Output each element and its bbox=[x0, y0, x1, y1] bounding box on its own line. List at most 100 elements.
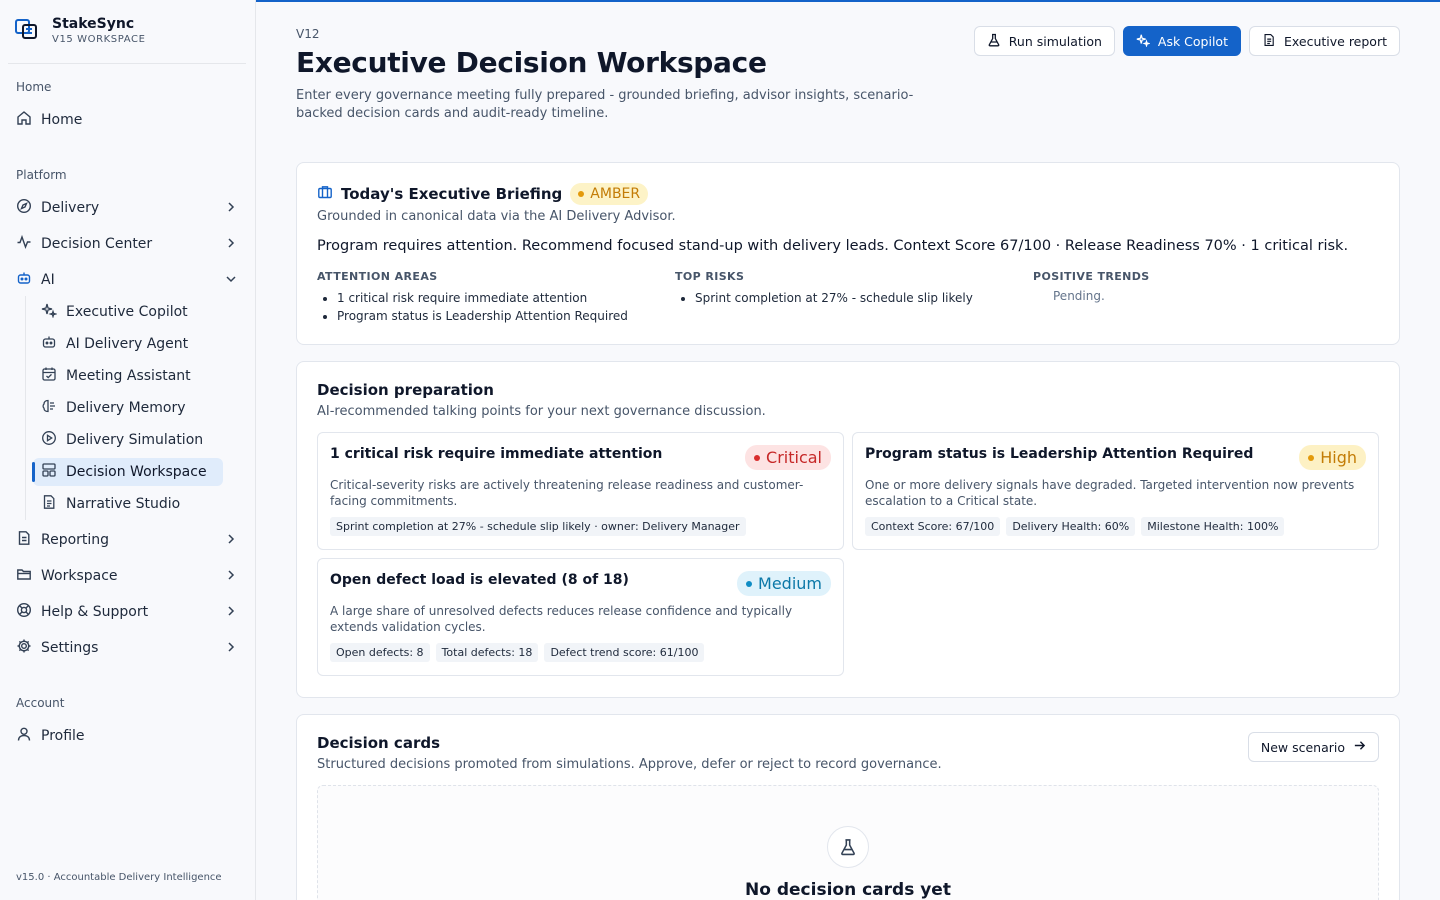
sidebar-item-label: Decision Workspace bbox=[66, 464, 207, 480]
sidebar-item-label: Delivery Simulation bbox=[66, 432, 204, 448]
sidebar-item-decision-center[interactable]: Decision Center bbox=[8, 228, 248, 260]
sidebar-item-label: Settings bbox=[41, 640, 99, 656]
sidebar-item-help-support[interactable]: Help & Support bbox=[8, 596, 248, 628]
new-scenario-button[interactable]: New scenario bbox=[1247, 732, 1379, 762]
button-label: New scenario bbox=[1260, 739, 1345, 755]
sidebar-item-label: Executive Copilot bbox=[66, 304, 188, 320]
page-subtitle: Enter every governance meeting fully pre… bbox=[296, 88, 914, 121]
sidebar-item-label: Delivery bbox=[41, 200, 100, 216]
top-risks: TOP RISKS Sprint completion at 27% - sch… bbox=[675, 270, 1015, 307]
talking-point-title: Program status is Leadership Attention R… bbox=[865, 446, 1254, 462]
brand-logo-icon bbox=[14, 14, 42, 46]
button-label: Ask Copilot bbox=[1157, 33, 1228, 49]
gear-icon bbox=[16, 638, 32, 658]
section-label-home: Home bbox=[16, 80, 52, 94]
talking-point-description: A large share of unresolved defects redu… bbox=[330, 604, 793, 634]
briefing-title: Today's Executive Briefing bbox=[341, 185, 563, 203]
layout-icon bbox=[41, 462, 57, 482]
home-icon bbox=[16, 110, 32, 130]
positive-trends: POSITIVE TRENDS Pending. bbox=[1033, 270, 1333, 303]
chevron-right-icon bbox=[224, 604, 238, 622]
sidebar-item-ai[interactable]: AI bbox=[8, 264, 248, 296]
sidebar-item-settings[interactable]: Settings bbox=[8, 632, 248, 664]
talking-point-title: 1 critical risk require immediate attent… bbox=[330, 446, 663, 462]
chevron-right-icon bbox=[224, 568, 238, 586]
brand-name: StakeSync bbox=[52, 15, 135, 32]
sidebar-item-label: Help & Support bbox=[41, 604, 149, 620]
chevron-right-icon bbox=[224, 640, 238, 658]
executive-report-button[interactable]: Executive report bbox=[1248, 26, 1400, 56]
file-text-icon bbox=[1262, 33, 1276, 50]
talking-point-title: Open defect load is elevated (8 of 18) bbox=[330, 572, 629, 588]
run-simulation-button[interactable]: Run simulation bbox=[973, 26, 1115, 56]
sidebar-item-meeting-assistant[interactable]: Meeting Assistant bbox=[33, 362, 223, 390]
play-circle-icon bbox=[41, 430, 57, 450]
bot-icon bbox=[16, 270, 32, 290]
list-item: Program status is Leadership Attention R… bbox=[337, 307, 657, 325]
section-title: Decision preparation bbox=[317, 381, 494, 399]
header-actions: Run simulation Ask Copilot Executive rep… bbox=[973, 26, 1400, 56]
version-label: V12 bbox=[296, 27, 320, 41]
activity-icon bbox=[16, 234, 32, 254]
sidebar-item-decision-workspace[interactable]: Decision Workspace bbox=[32, 458, 223, 486]
top-accent-line bbox=[256, 0, 1440, 2]
briefing-summary: Program requires attention. Recommend fo… bbox=[317, 238, 1349, 254]
sidebar-item-label: Meeting Assistant bbox=[66, 368, 191, 384]
sidebar-item-reporting[interactable]: Reporting bbox=[8, 524, 248, 556]
attention-areas: ATTENTION AREAS 1 critical risk require … bbox=[317, 270, 657, 325]
sidebar-item-narrative-studio[interactable]: Narrative Studio bbox=[33, 490, 223, 518]
chevron-right-icon bbox=[224, 532, 238, 550]
flask-icon bbox=[987, 33, 1001, 50]
brand[interactable]: StakeSync V15 WORKSPACE bbox=[14, 14, 146, 46]
evidence-chip: Total defects: 18 bbox=[435, 643, 539, 662]
column-heading: ATTENTION AREAS bbox=[317, 270, 438, 283]
talking-point-card[interactable]: Open defect load is elevated (8 of 18) M… bbox=[317, 558, 844, 676]
sidebar-item-label: Reporting bbox=[41, 532, 110, 548]
sidebar-item-label: Decision Center bbox=[41, 236, 153, 252]
file-text-icon bbox=[41, 494, 57, 514]
brand-subtitle: V15 WORKSPACE bbox=[52, 33, 146, 45]
sidebar-item-profile[interactable]: Profile bbox=[8, 720, 248, 752]
sidebar-item-label: AI bbox=[41, 272, 55, 288]
briefcase-icon bbox=[317, 184, 333, 204]
severity-badge: Critical bbox=[745, 445, 831, 470]
calendar-check-icon bbox=[41, 366, 57, 386]
sidebar-item-label: Profile bbox=[41, 728, 85, 744]
file-icon bbox=[16, 530, 32, 550]
column-heading: TOP RISKS bbox=[675, 270, 745, 283]
sidebar-item-delivery-simulation[interactable]: Delivery Simulation bbox=[33, 426, 223, 454]
sidebar-item-workspace[interactable]: Workspace bbox=[8, 560, 248, 592]
chevron-down-icon bbox=[224, 272, 238, 290]
compass-icon bbox=[16, 198, 32, 218]
sidebar-item-ai-delivery-agent[interactable]: AI Delivery Agent bbox=[33, 330, 223, 358]
sparkles-icon bbox=[41, 302, 58, 322]
severity-badge: Medium bbox=[737, 571, 831, 596]
ask-copilot-button[interactable]: Ask Copilot bbox=[1122, 26, 1241, 56]
sidebar-item-delivery-memory[interactable]: Delivery Memory bbox=[33, 394, 223, 422]
pending-text: Pending. bbox=[1053, 289, 1105, 303]
user-icon bbox=[16, 726, 32, 746]
sidebar-item-label: Home bbox=[41, 112, 83, 128]
decision-cards-section: Decision cards Structured decisions prom… bbox=[296, 714, 1400, 900]
sidebar-item-executive-copilot[interactable]: Executive Copilot bbox=[33, 298, 223, 326]
chevron-right-icon bbox=[224, 236, 238, 254]
divider bbox=[8, 63, 246, 64]
sparkles-icon bbox=[1136, 33, 1151, 50]
sidebar-item-delivery[interactable]: Delivery bbox=[8, 192, 248, 224]
evidence-chip: Open defects: 8 bbox=[330, 643, 430, 662]
evidence-chip: Sprint completion at 27% - schedule slip… bbox=[330, 517, 746, 536]
flask-icon bbox=[827, 826, 869, 868]
executive-briefing-card: Today's Executive Briefing AMBER Grounde… bbox=[296, 162, 1400, 345]
section-title: Decision cards bbox=[317, 734, 441, 752]
sidebar-item-label: Narrative Studio bbox=[66, 496, 181, 512]
evidence-chip: Milestone Health: 100% bbox=[1141, 517, 1285, 536]
brain-icon bbox=[41, 398, 57, 418]
sidebar-item-home[interactable]: Home bbox=[8, 104, 248, 136]
section-label-platform: Platform bbox=[16, 168, 67, 182]
evidence-chip: Context Score: 67/100 bbox=[865, 517, 1001, 536]
lifebuoy-icon bbox=[16, 602, 32, 622]
section-label-account: Account bbox=[16, 696, 65, 710]
sidebar-item-label: AI Delivery Agent bbox=[66, 336, 189, 352]
talking-point-card[interactable]: Program status is Leadership Attention R… bbox=[852, 432, 1379, 550]
talking-point-card[interactable]: 1 critical risk require immediate attent… bbox=[317, 432, 844, 550]
